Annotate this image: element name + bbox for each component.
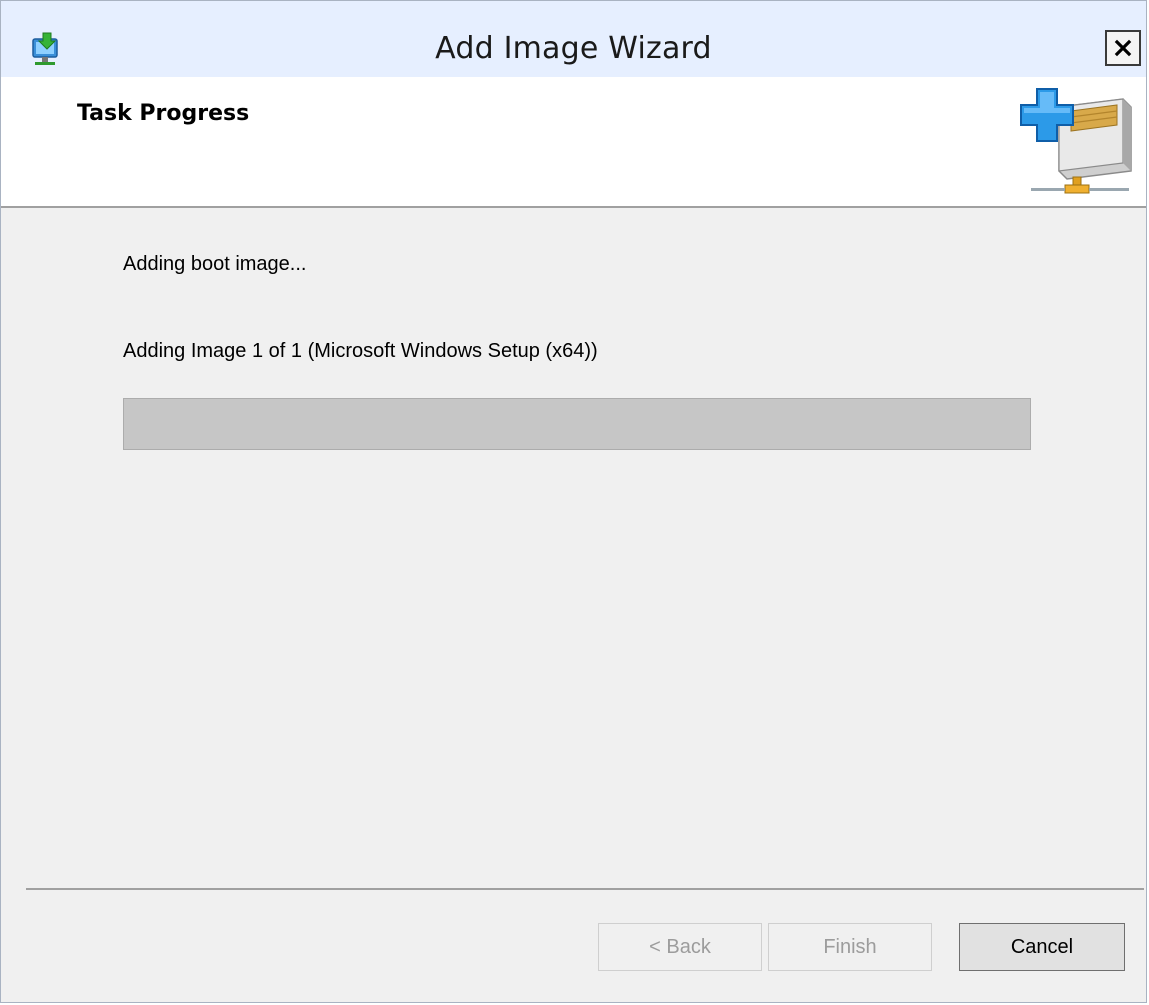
status-text: Adding boot image... — [123, 253, 307, 275]
add-image-store-icon — [1020, 88, 1132, 194]
detail-text: Adding Image 1 of 1 (Microsoft Windows S… — [123, 340, 598, 362]
back-button[interactable]: < Back — [598, 923, 762, 971]
cancel-button[interactable]: Cancel — [959, 923, 1125, 971]
progress-bar — [123, 398, 1031, 450]
wizard-window: Add Image Wizard Task Progress Adding bo… — [0, 0, 1147, 1003]
finish-button[interactable]: Finish — [768, 923, 932, 971]
page-title: Task Progress — [77, 101, 250, 126]
footer-separator — [26, 888, 1144, 890]
window-title: Add Image Wizard — [435, 31, 712, 66]
close-icon — [1114, 39, 1132, 57]
content-area: Adding boot image... Adding Image 1 of 1… — [1, 208, 1146, 888]
title-bar[interactable]: Add Image Wizard — [1, 1, 1146, 77]
close-button[interactable] — [1105, 30, 1141, 66]
header-panel: Task Progress — [1, 77, 1146, 208]
